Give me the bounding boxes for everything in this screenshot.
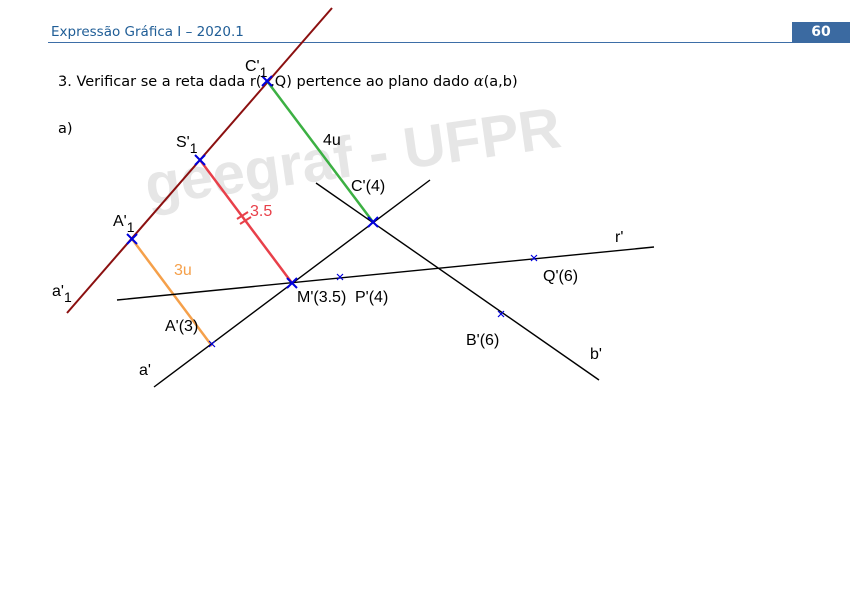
label-A1: A'1 (113, 213, 135, 235)
label-a3: A'(3) (165, 318, 198, 335)
label-a1: a'1 (52, 283, 72, 305)
label-c1: C'1 (245, 58, 268, 80)
label-a: a' (139, 362, 151, 379)
label-q6: Q'(6) (543, 268, 578, 285)
label-3u: 3u (174, 262, 192, 279)
marker-c4 (367, 216, 379, 228)
label-3-5: 3.5 (250, 203, 272, 220)
geometry-diagram: geegraf - UFPR C'1 S'1 A'1 a'1 4u C'(4) … (52, 7, 655, 388)
marker-A1 (126, 233, 138, 245)
label-p4: P'(4) (355, 289, 388, 306)
marker-p (336, 273, 344, 281)
label-c4: C'(4) (351, 178, 385, 195)
label-b6: B'(6) (466, 332, 499, 349)
label-m35: M'(3.5) (297, 289, 346, 306)
label-4u: 4u (323, 132, 341, 149)
label-r: r' (615, 229, 623, 246)
label-b: b' (590, 346, 602, 363)
